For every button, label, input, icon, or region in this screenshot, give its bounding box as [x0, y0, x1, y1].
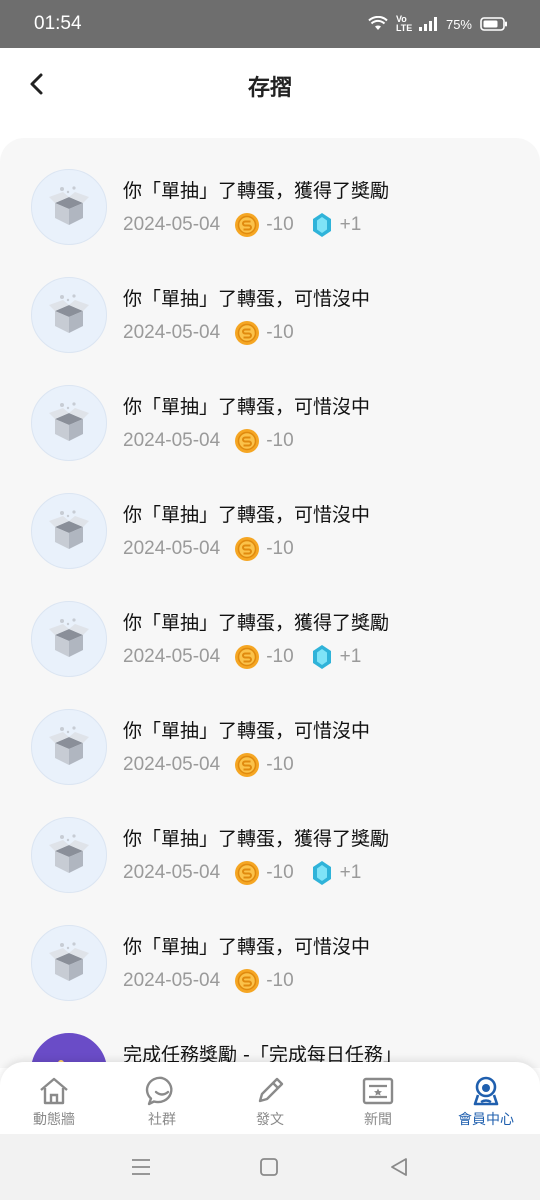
member-icon	[473, 1076, 499, 1106]
gift-box-icon	[31, 493, 107, 569]
gem-icon	[312, 213, 331, 237]
coin-amount: -10	[266, 970, 294, 991]
entry-meta: 2024-05-04 -10	[123, 752, 294, 778]
home-button-icon[interactable]	[256, 1154, 282, 1180]
list-item[interactable]: 你「單抽」了轉蛋，可惜沒中 2024-05-04 -10	[0, 894, 540, 1002]
gift-box-icon	[31, 385, 107, 461]
nav-item-member[interactable]: 會員中心	[432, 1062, 540, 1134]
list-item[interactable]: 你「單抽」了轉蛋，可惜沒中 2024-05-04 -10	[0, 462, 540, 570]
list-item[interactable]: 你「單抽」了轉蛋，可惜沒中 2024-05-04 -10	[0, 354, 540, 462]
entry-title: 你「單抽」了轉蛋，獲得了獎勵	[123, 612, 390, 634]
battery-icon	[480, 17, 507, 31]
status-bar: 01:54 Vo LTE 75%	[0, 0, 540, 48]
back-triangle-icon[interactable]	[386, 1154, 412, 1180]
coin-amount: -10	[266, 322, 294, 343]
coin-icon	[235, 861, 260, 885]
chat-bubble-icon	[145, 1076, 173, 1106]
signal-icon	[418, 17, 437, 31]
coin-amount: -10	[266, 430, 294, 451]
entry-title: 你「單抽」了轉蛋，獲得了獎勵	[123, 828, 390, 850]
coin-amount: -10	[266, 214, 294, 235]
gift-box-icon	[31, 709, 107, 785]
coin-amount: -10	[266, 754, 294, 775]
entry-date: 2024-05-04	[123, 754, 221, 775]
gift-box-icon	[31, 817, 107, 893]
entry-title: 你「單抽」了轉蛋，獲得了獎勵	[123, 180, 390, 202]
entry-title: 你「單抽」了轉蛋，可惜沒中	[123, 720, 371, 742]
coin-icon	[235, 969, 260, 993]
gem-icon	[312, 861, 331, 885]
gift-box-icon	[31, 925, 107, 1001]
entry-date: 2024-05-04	[123, 322, 221, 343]
gift-box-icon	[31, 601, 107, 677]
coin-amount: -10	[266, 646, 294, 667]
list-item[interactable]: 你「單抽」了轉蛋，獲得了獎勵 2024-05-04 -10 +1	[0, 786, 540, 894]
list-item[interactable]: 你「單抽」了轉蛋，獲得了獎勵 2024-05-04 -10 +1	[0, 570, 540, 678]
coin-icon	[235, 645, 260, 669]
entry-date: 2024-05-04	[123, 862, 221, 883]
nav-item-community[interactable]: 社群	[108, 1062, 216, 1134]
coin-icon	[235, 537, 260, 561]
entry-meta: 2024-05-04 -10	[123, 968, 294, 994]
entry-meta: 2024-05-04 -10 +1	[123, 860, 361, 886]
status-time: 01:54	[34, 13, 82, 34]
system-nav-bar	[0, 1134, 540, 1200]
menu-icon[interactable]	[128, 1154, 154, 1180]
entry-date: 2024-05-04	[123, 214, 221, 235]
battery-percent: 75%	[445, 16, 472, 32]
entry-date: 2024-05-04	[123, 970, 221, 991]
nav-item-feed[interactable]: 動態牆	[0, 1062, 108, 1134]
status-icons: Vo LTE 75%	[368, 15, 508, 33]
gem-icon	[312, 645, 331, 669]
nav-item-post[interactable]: 發文	[216, 1062, 324, 1134]
list-item[interactable]: 你「單抽」了轉蛋，可惜沒中 2024-05-04 -10	[0, 246, 540, 354]
list-item[interactable]: 你「單抽」了轉蛋，獲得了獎勵 2024-05-04 -10 +1	[0, 138, 540, 246]
nav-label: 動態牆	[33, 1112, 75, 1128]
coin-icon	[235, 321, 260, 345]
coin-amount: -10	[266, 862, 294, 883]
coin-amount: -10	[266, 538, 294, 559]
coin-icon	[235, 429, 260, 453]
entry-title: 你「單抽」了轉蛋，可惜沒中	[123, 396, 371, 418]
entry-meta: 2024-05-04 -10	[123, 428, 294, 454]
entry-title: 你「單抽」了轉蛋，可惜沒中	[123, 504, 371, 526]
news-icon	[362, 1077, 394, 1105]
page-header: 存摺	[0, 48, 540, 136]
entry-date: 2024-05-04	[123, 430, 221, 451]
entry-date: 2024-05-04	[123, 646, 221, 667]
nav-label: 社群	[148, 1112, 176, 1128]
nav-label: 會員中心	[458, 1112, 514, 1128]
nav-label: 發文	[256, 1112, 284, 1128]
entry-meta: 2024-05-04 -10	[123, 536, 294, 562]
transaction-list[interactable]: 你「單抽」了轉蛋，獲得了獎勵 2024-05-04 -10 +1 你「單抽」了轉…	[0, 138, 540, 1068]
wifi-icon	[368, 16, 388, 30]
gem-amount: +1	[339, 646, 362, 667]
entry-meta: 2024-05-04 -10 +1	[123, 212, 361, 238]
coin-icon	[235, 213, 260, 237]
list-item[interactable]: 你「單抽」了轉蛋，可惜沒中 2024-05-04 -10	[0, 678, 540, 786]
entry-meta: 2024-05-04 -10 +1	[123, 644, 361, 670]
home-icon	[40, 1077, 68, 1105]
list-item[interactable]: 完成任務獎勵 -「完成每日任務」	[0, 1002, 540, 1068]
gem-amount: +1	[339, 862, 362, 883]
gift-box-icon	[31, 169, 107, 245]
pencil-icon	[258, 1077, 284, 1103]
coin-icon	[235, 753, 260, 777]
nav-label: 新聞	[364, 1112, 392, 1128]
gem-amount: +1	[339, 214, 362, 235]
network-label: Vo LTE	[395, 14, 413, 33]
bottom-nav: 動態牆 社群 發文 新聞 會員中心	[0, 1062, 540, 1134]
page-title: 存摺	[247, 76, 292, 101]
entry-meta: 2024-05-04 -10	[123, 320, 294, 346]
entry-title: 你「單抽」了轉蛋，可惜沒中	[123, 936, 371, 958]
entry-date: 2024-05-04	[123, 538, 221, 559]
gift-box-icon	[31, 277, 107, 353]
nav-item-news[interactable]: 新聞	[324, 1062, 432, 1134]
entry-title: 你「單抽」了轉蛋，可惜沒中	[123, 288, 371, 310]
